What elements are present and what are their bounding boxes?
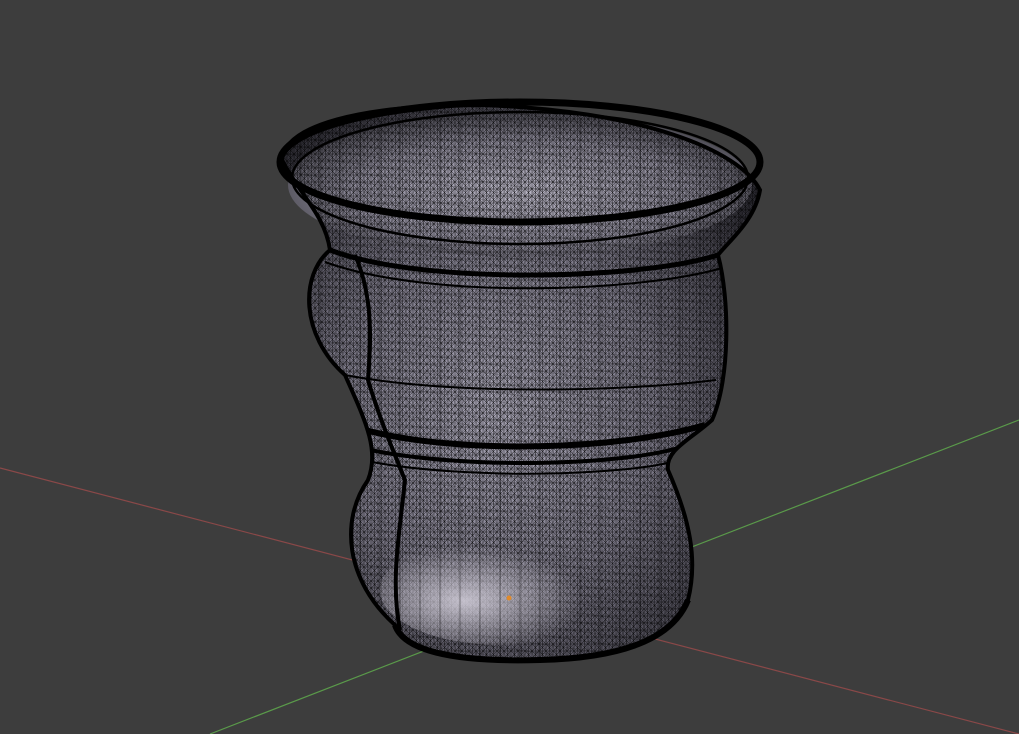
viewport-canvas[interactable] [0,0,1019,734]
vase-mesh[interactable] [270,98,770,670]
3d-viewport[interactable] [0,0,1019,734]
object-origin-dot[interactable] [506,595,512,601]
